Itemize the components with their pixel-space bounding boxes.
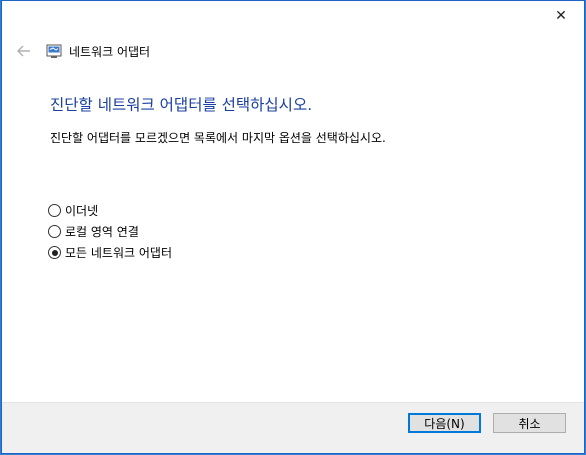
- cancel-button[interactable]: 취소: [493, 413, 566, 433]
- close-icon: ✕: [555, 8, 567, 24]
- next-button[interactable]: 다음(N): [408, 413, 481, 433]
- option-ethernet[interactable]: 이더넷: [48, 200, 172, 221]
- adapter-options: 이더넷 로컬 영역 연결 모든 네트워크 어댑터: [48, 200, 172, 263]
- close-button[interactable]: ✕: [538, 1, 584, 31]
- radio-ethernet[interactable]: [48, 204, 61, 217]
- page-heading: 진단할 네트워크 어댑터를 선택하십시오.: [50, 96, 313, 114]
- option-label: 모든 네트워크 어댑터: [65, 246, 172, 260]
- radio-local-area-connection[interactable]: [48, 225, 61, 238]
- option-all-network-adapters[interactable]: 모든 네트워크 어댑터: [48, 242, 172, 263]
- network-adapter-icon: [46, 44, 62, 58]
- dialog-footer: 다음(N) 취소: [2, 402, 584, 453]
- back-arrow-icon: [17, 45, 30, 57]
- option-label: 이더넷: [65, 204, 99, 218]
- option-label: 로컬 영역 연결: [65, 225, 139, 239]
- option-local-area-connection[interactable]: 로컬 영역 연결: [48, 221, 172, 242]
- window-title: 네트워크 어댑터: [69, 45, 151, 59]
- radio-all-network-adapters[interactable]: [48, 246, 61, 259]
- troubleshooter-dialog: ✕ 네트워크 어댑터 진단할 네트워크 어댑터를 선택하십시오. 진단할 어댑터…: [1, 0, 585, 454]
- instruction-text: 진단할 어댑터를 모르겠으면 목록에서 마지막 옵션을 선택하십시오.: [50, 131, 386, 145]
- back-button[interactable]: [14, 41, 34, 61]
